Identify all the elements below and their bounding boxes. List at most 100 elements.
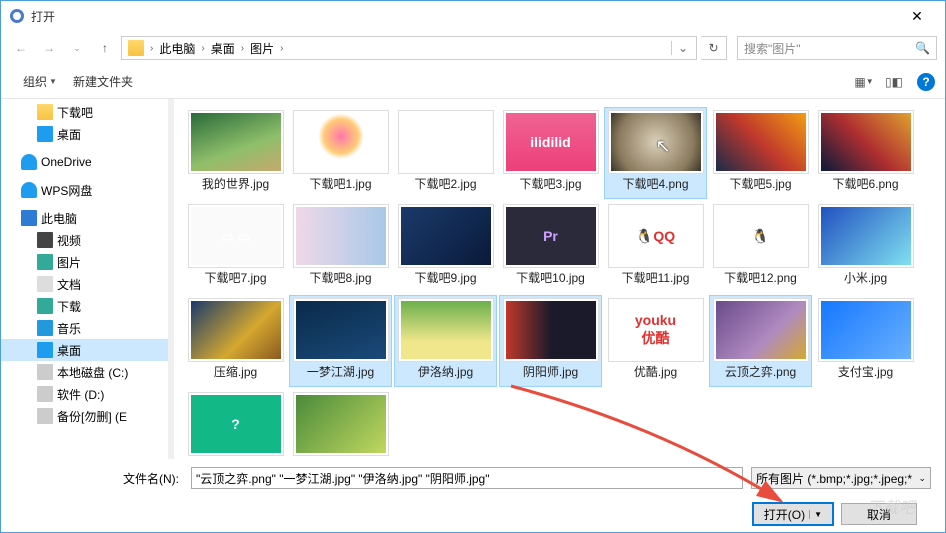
file-grid[interactable]: 我的世界.jpg下载吧1.jpg1 下载吧2.jpg ilidilid下载吧3.jp… (174, 99, 945, 459)
back-button[interactable]: ← (9, 36, 33, 60)
tree-item[interactable]: 桌面 (1, 123, 168, 145)
address-bar[interactable]: › 此电脑 › 桌面 › 图片 › ⌄ (121, 36, 697, 60)
chevron-icon[interactable]: › (199, 43, 206, 54)
path-seg-desktop[interactable]: 桌面 (207, 37, 239, 59)
file-item[interactable]: 下载吧8.jpg (289, 201, 392, 293)
file-item[interactable]: ▭ ▭ 下载吧7.jpg (184, 201, 287, 293)
tree-item[interactable]: 下载 (1, 295, 168, 317)
file-item[interactable]: ?知道.jpg (184, 389, 287, 459)
recent-dropdown[interactable]: ⌄ (65, 36, 89, 60)
file-item[interactable]: 下载吧1.jpg (289, 107, 392, 199)
thumbnail: 1 (398, 110, 494, 174)
chevron-icon[interactable]: › (278, 43, 285, 54)
tree-item[interactable]: 桌面 (1, 339, 168, 361)
preview-pane-button[interactable]: ▯◧ (881, 71, 907, 93)
file-item[interactable]: 🐧下载吧12.png (709, 201, 812, 293)
thumbnail (818, 110, 914, 174)
tree-item[interactable]: 视频 (1, 229, 168, 251)
tree-item[interactable]: 图片 (1, 251, 168, 273)
thumbnail (293, 110, 389, 174)
tree-item[interactable]: 本地磁盘 (C:) (1, 361, 168, 383)
file-name: 下载吧7.jpg (204, 271, 266, 285)
file-item[interactable]: 支付宝.jpg (814, 295, 917, 387)
tree-item[interactable]: 文档 (1, 273, 168, 295)
search-icon[interactable]: 🔍 (915, 41, 930, 55)
file-item[interactable]: ↖下载吧4.png (604, 107, 707, 199)
nav-tree[interactable]: 下载吧桌面OneDriveWPS网盘此电脑视频图片文档下载音乐桌面本地磁盘 (C… (1, 99, 168, 459)
refresh-button[interactable]: ↻ (701, 36, 727, 60)
file-item[interactable]: 一梦江湖.jpg (289, 295, 392, 387)
tree-item[interactable]: WPS网盘 (1, 179, 168, 201)
filename-input[interactable] (191, 467, 743, 489)
tree-item[interactable]: 备份[勿删] (E (1, 405, 168, 427)
cloud-icon (21, 182, 37, 198)
file-item[interactable]: 🐧QQ下载吧11.jpg (604, 201, 707, 293)
tree-label: 视频 (57, 232, 81, 249)
thumbnail (713, 298, 809, 362)
search-placeholder: 搜索"图片" (744, 40, 801, 57)
up-button[interactable]: ↑ (93, 36, 117, 60)
tree-item[interactable]: 音乐 (1, 317, 168, 339)
file-name: 下载吧2.jpg (414, 177, 476, 191)
file-item[interactable]: 下载吧5.jpg (709, 107, 812, 199)
path-seg-pictures[interactable]: 图片 (246, 37, 278, 59)
chevron-icon[interactable]: › (239, 43, 246, 54)
file-name: 下载吧6.png (832, 177, 898, 191)
tree-label: 桌面 (57, 342, 81, 359)
toolbar: 组织▼ 新建文件夹 ▦ ▼ ▯◧ ? (1, 65, 945, 99)
down-icon (37, 298, 53, 314)
pc-icon (21, 210, 37, 226)
file-item[interactable]: 1 下载吧2.jpg (394, 107, 497, 199)
open-button[interactable]: 打开(O)▼ (753, 503, 833, 525)
organize-button[interactable]: 组织▼ (17, 71, 63, 92)
view-options-button[interactable]: ▦ ▼ (851, 71, 877, 93)
disk-icon (37, 408, 53, 424)
thumbnail: ▭ ▭ (188, 204, 284, 268)
filename-label: 文件名(N): (15, 470, 183, 487)
file-item[interactable]: 阴阳师.jpg (499, 295, 602, 387)
split-chevron-icon[interactable]: ▼ (809, 510, 822, 519)
app-icon (9, 8, 25, 24)
file-item[interactable]: 小米.jpg (814, 201, 917, 293)
file-item[interactable]: Pr 下载吧10.jpg (499, 201, 602, 293)
cloud-icon (21, 154, 37, 170)
thumbnail: Pr (503, 204, 599, 268)
tree-item[interactable]: 软件 (D:) (1, 383, 168, 405)
disk-icon (37, 386, 53, 402)
file-item[interactable]: 下载吧9.jpg (394, 201, 497, 293)
file-name: 压缩.jpg (214, 365, 257, 379)
file-name: 下载吧10.jpg (516, 271, 585, 285)
file-item[interactable]: ilidilid下载吧3.jpg (499, 107, 602, 199)
file-item[interactable]: 伊洛纳.jpg (394, 295, 497, 387)
chevron-down-icon: ▼ (49, 77, 57, 86)
file-item[interactable]: 捉妖.jpg (289, 389, 392, 459)
doc-icon (37, 276, 53, 292)
file-item[interactable]: youku 优酷优酷.jpg (604, 295, 707, 387)
new-folder-button[interactable]: 新建文件夹 (67, 71, 139, 92)
chevron-down-icon: ⌄ (918, 473, 926, 484)
chevron-icon[interactable]: › (148, 43, 155, 54)
help-icon[interactable]: ? (917, 73, 935, 91)
tree-item[interactable]: 此电脑 (1, 207, 168, 229)
tree-item[interactable]: 下载吧 (1, 101, 168, 123)
thumbnail (398, 298, 494, 362)
file-item[interactable]: 下载吧6.png (814, 107, 917, 199)
video-icon (37, 232, 53, 248)
search-input[interactable]: 搜索"图片" 🔍 (737, 36, 937, 60)
file-name: 阴阳师.jpg (523, 365, 578, 379)
file-name: 下载吧9.jpg (414, 271, 476, 285)
tree-label: 下载吧 (57, 104, 93, 121)
file-type-filter[interactable]: 所有图片 (*.bmp;*.jpg;*.jpeg;* ⌄ (751, 467, 931, 489)
file-item[interactable]: 云顶之弈.png (709, 295, 812, 387)
tree-label: 备份[勿删] (E (57, 408, 127, 425)
path-seg-pc[interactable]: 此电脑 (155, 37, 199, 59)
close-button[interactable]: ✕ (897, 2, 937, 30)
tree-item[interactable]: OneDrive (1, 151, 168, 173)
thumbnail (293, 392, 389, 456)
tree-label: 桌面 (57, 126, 81, 143)
pic-icon (37, 254, 53, 270)
thumbnail (398, 204, 494, 268)
address-dropdown[interactable]: ⌄ (671, 41, 694, 55)
file-item[interactable]: 压缩.jpg (184, 295, 287, 387)
file-item[interactable]: 我的世界.jpg (184, 107, 287, 199)
